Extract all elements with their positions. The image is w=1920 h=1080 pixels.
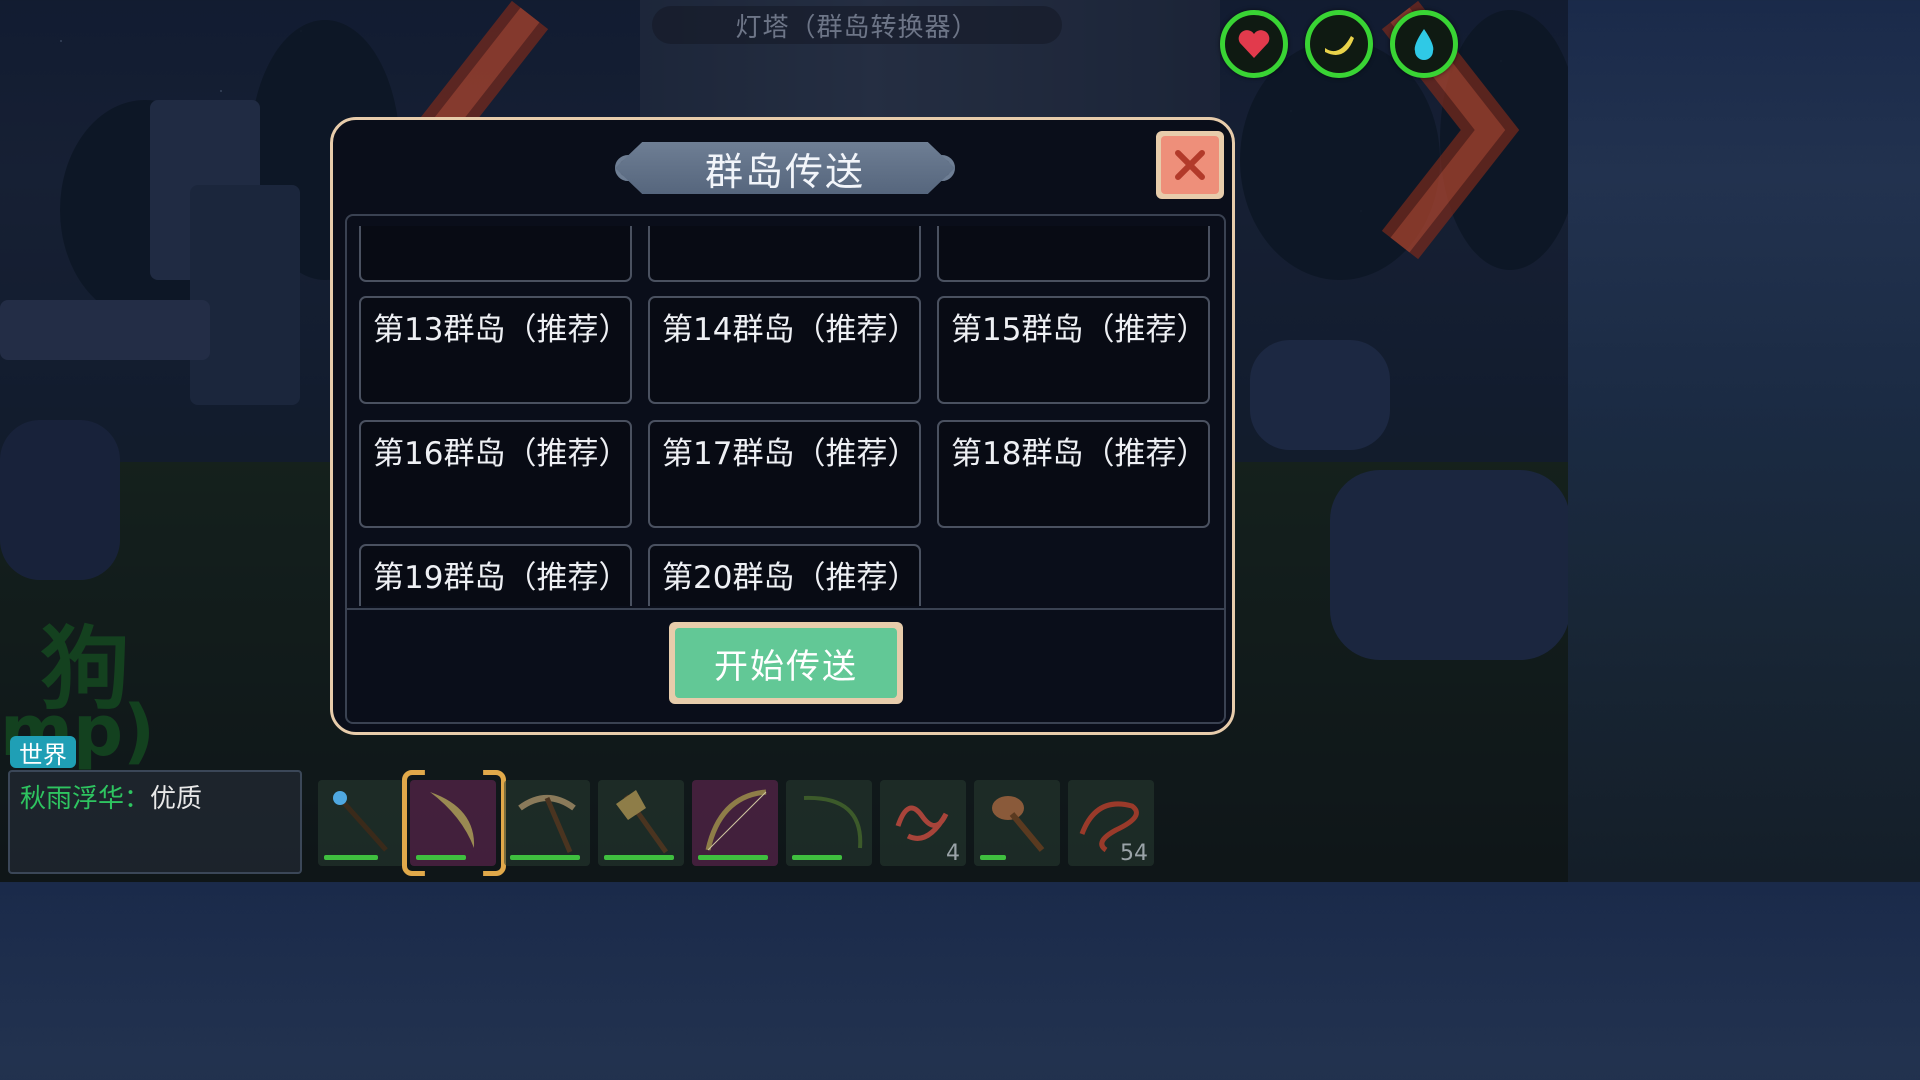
island-option[interactable] [359, 226, 632, 282]
battle-axe-icon [616, 790, 669, 854]
island-option-16[interactable]: 第16群岛（推荐） [359, 420, 632, 528]
hotbar-slot-8[interactable] [974, 780, 1060, 866]
chat-sender: 秋雨浮华： [20, 784, 151, 814]
item-count: 4 [946, 841, 960, 866]
island-option[interactable] [648, 226, 921, 282]
close-icon [1175, 150, 1205, 180]
club-icon [992, 796, 1045, 852]
dialog-title: 群岛传送 [704, 149, 865, 194]
start-teleport-button[interactable]: 开始传送 [669, 622, 903, 704]
hotbar-slot-1[interactable] [318, 780, 404, 866]
hotbar-slot-4[interactable] [598, 780, 684, 866]
island-option-18[interactable]: 第18群岛（推荐） [937, 420, 1210, 528]
chat-text: 优质 [150, 784, 203, 814]
thirst-indicator [1390, 10, 1458, 78]
close-button[interactable] [1156, 131, 1224, 199]
pickaxe-icon [518, 795, 576, 853]
island-option-20[interactable]: 第20群岛（推荐） [648, 544, 921, 606]
island-option-13[interactable]: 第13群岛（推荐） [359, 296, 632, 404]
fishing-rod-icon [803, 795, 863, 849]
island-option-14[interactable]: 第14群岛（推荐） [648, 296, 921, 404]
magic-staff-icon [333, 791, 388, 852]
water-drop-icon [1414, 29, 1434, 60]
island-option[interactable] [937, 226, 1210, 282]
heart-icon [1238, 30, 1270, 58]
longbow-icon [705, 789, 767, 851]
item-count: 54 [1120, 841, 1148, 866]
hotbar-slot-3[interactable] [504, 780, 590, 866]
hunger-indicator [1305, 10, 1373, 78]
dialog-title-banner: 群岛传送 [615, 142, 955, 194]
hotbar-slot-6[interactable] [786, 780, 872, 866]
hotbar-slot-9[interactable]: 54 [1068, 780, 1154, 866]
island-list[interactable]: 第13群岛（推荐） 第14群岛（推荐） 第15群岛（推荐） 第16群岛（推荐） … [359, 226, 1219, 606]
chat-log[interactable]: 秋雨浮华：优质 [8, 770, 302, 874]
hotbar-slot-5[interactable] [692, 780, 778, 866]
banana-icon [1325, 36, 1354, 55]
health-indicator [1220, 10, 1288, 78]
building-title: 灯塔（群岛转换器） [652, 6, 1062, 44]
chat-message: 秋雨浮华：优质 [20, 778, 202, 815]
island-option-17[interactable]: 第17群岛（推荐） [648, 420, 921, 528]
start-teleport-label: 开始传送 [714, 646, 858, 687]
hotbar-slot-7[interactable]: 4 [880, 780, 966, 866]
island-list-panel: 第13群岛（推荐） 第14群岛（推荐） 第15群岛（推荐） 第16群岛（推荐） … [345, 214, 1226, 724]
world-chat-tab[interactable]: 世界 [10, 736, 76, 769]
island-option-15[interactable]: 第15群岛（推荐） [937, 296, 1210, 404]
island-teleport-dialog: 群岛传送 第13群岛（推荐） 第14群岛（推荐） 第15群岛（推荐） 第16群岛… [330, 117, 1235, 735]
island-option-19[interactable]: 第19群岛（推荐） [359, 544, 632, 606]
hotbar-selection-frame [402, 770, 506, 876]
